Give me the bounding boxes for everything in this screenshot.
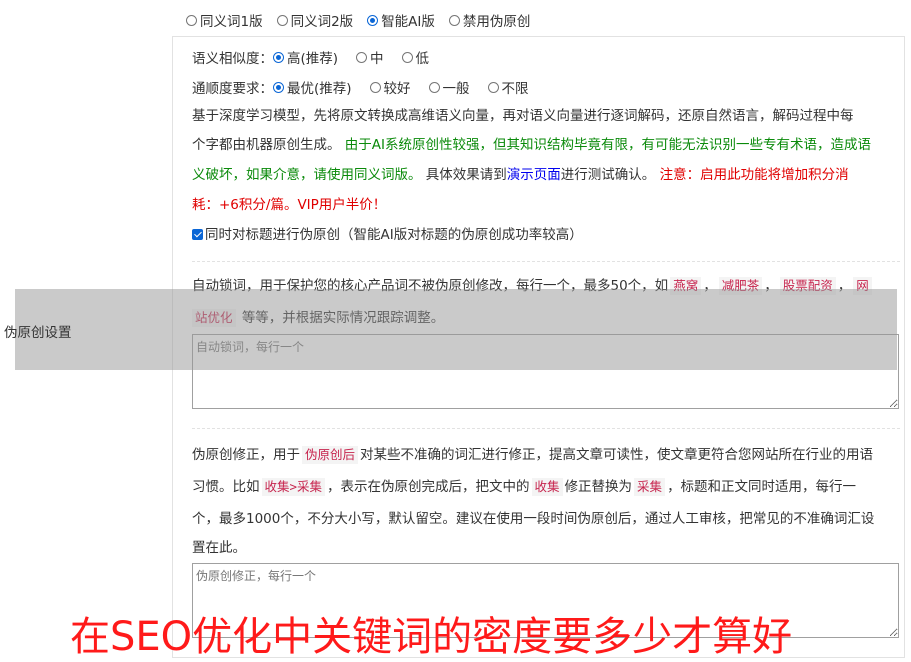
hover-overlay [15, 289, 897, 370]
ai-description-line-4: 耗：+6积分/篇。VIP用户半价！ [192, 197, 387, 213]
example-tag: 收集 [531, 478, 563, 496]
ai-description-line-1: 基于深度学习模型，先将原文转换成高维语义向量，再对语义向量进行逐词解码，还原自然… [192, 108, 854, 124]
similarity-option-low[interactable]: 低 [401, 47, 429, 67]
radio-icon[interactable] [186, 14, 197, 26]
ai-description-line-3: 义破坏，如果介意，请使用同义词版。 具体效果请到演示页面进行测试确认。 注意：启… [192, 167, 849, 183]
title-rewrite-row: 同时对标题进行伪原创（智能AI版对标题的伪原创成功率较高） [192, 221, 902, 250]
fluency-option-normal[interactable]: 一般 [428, 77, 470, 97]
radio-icon[interactable] [356, 51, 368, 63]
example-tag: 收集>采集 [261, 478, 326, 496]
title-rewrite-checkbox[interactable]: 同时对标题进行伪原创（智能AI版对标题的伪原创成功率较高） [192, 227, 583, 243]
radio-selected-icon[interactable] [273, 51, 284, 63]
cost-notice-text: 注意：启用此功能将增加积分消 [659, 167, 849, 183]
example-tag: 采集 [634, 478, 666, 496]
fluency-row: 通顺度要求： 最优(推荐) 较好 一般 不限 [192, 77, 543, 97]
correction-desc-line-3: 个，最多1000个，不分大小写，默认留空。建议在使用一段时间伪原创后，通过人工审… [192, 511, 875, 527]
similarity-option-high[interactable]: 高(推荐) [273, 47, 338, 67]
similarity-row: 语义相似度： 高(推荐) 中 低 [192, 47, 443, 67]
radio-icon[interactable] [369, 81, 381, 93]
fluency-option-best[interactable]: 最优(推荐) [273, 77, 352, 97]
ai-warning-text: 由于AI系统原创性较强，但其知识结构毕竟有限，有可能无法识别一些专有术语，造成语 [344, 137, 872, 153]
radio-icon[interactable] [487, 81, 499, 93]
similarity-label: 语义相似度： [192, 51, 273, 67]
example-tag: 伪原创后 [302, 446, 359, 464]
fluency-label: 通顺度要求： [192, 81, 273, 97]
similarity-option-medium[interactable]: 中 [356, 47, 384, 67]
watermark-headline: 在SEO优化中关键词的密度要多少才算好 [70, 614, 793, 660]
radio-selected-icon[interactable] [273, 81, 284, 93]
correction-desc-line-4: 置在此。 [192, 540, 246, 556]
fluency-option-any[interactable]: 不限 [487, 77, 529, 97]
divider [192, 261, 900, 262]
correction-desc-line-2: 习惯。比如 收集>采集 ，表示在伪原创完成后，把文中的 收集 修正替换为 采集 ，标题和正文… [192, 478, 857, 496]
mode-option-synonym-2[interactable]: 同义词2版 [276, 10, 353, 30]
radio-selected-icon[interactable] [367, 14, 379, 26]
mode-option-synonym-1[interactable]: 同义词1版 [186, 10, 263, 30]
divider [192, 428, 900, 429]
demo-page-link[interactable]: 演示页面 [507, 167, 561, 183]
radio-icon[interactable] [276, 14, 288, 26]
mode-radio-group: 同义词1版 同义词2版 智能AI版 禁用伪原创 [186, 10, 544, 30]
radio-icon[interactable] [428, 81, 440, 93]
section-label: 伪原创设置 [4, 325, 72, 341]
correction-desc-line-1: 伪原创修正，用于 伪原创后 对某些不准确的词汇进行修正，提高文章可读性，使文章更符合… [192, 446, 874, 464]
radio-icon[interactable] [448, 14, 460, 26]
mode-option-ai[interactable]: 智能AI版 [367, 10, 435, 30]
checkbox-checked-icon[interactable] [192, 229, 203, 240]
radio-icon[interactable] [401, 51, 413, 63]
fluency-option-good[interactable]: 较好 [369, 77, 411, 97]
ai-description-line-2: 个字都由机器原创生成。 由于AI系统原创性较强，但其知识结构毕竟有限，有可能无法… [192, 137, 872, 153]
mode-option-disable[interactable]: 禁用伪原创 [448, 10, 530, 30]
